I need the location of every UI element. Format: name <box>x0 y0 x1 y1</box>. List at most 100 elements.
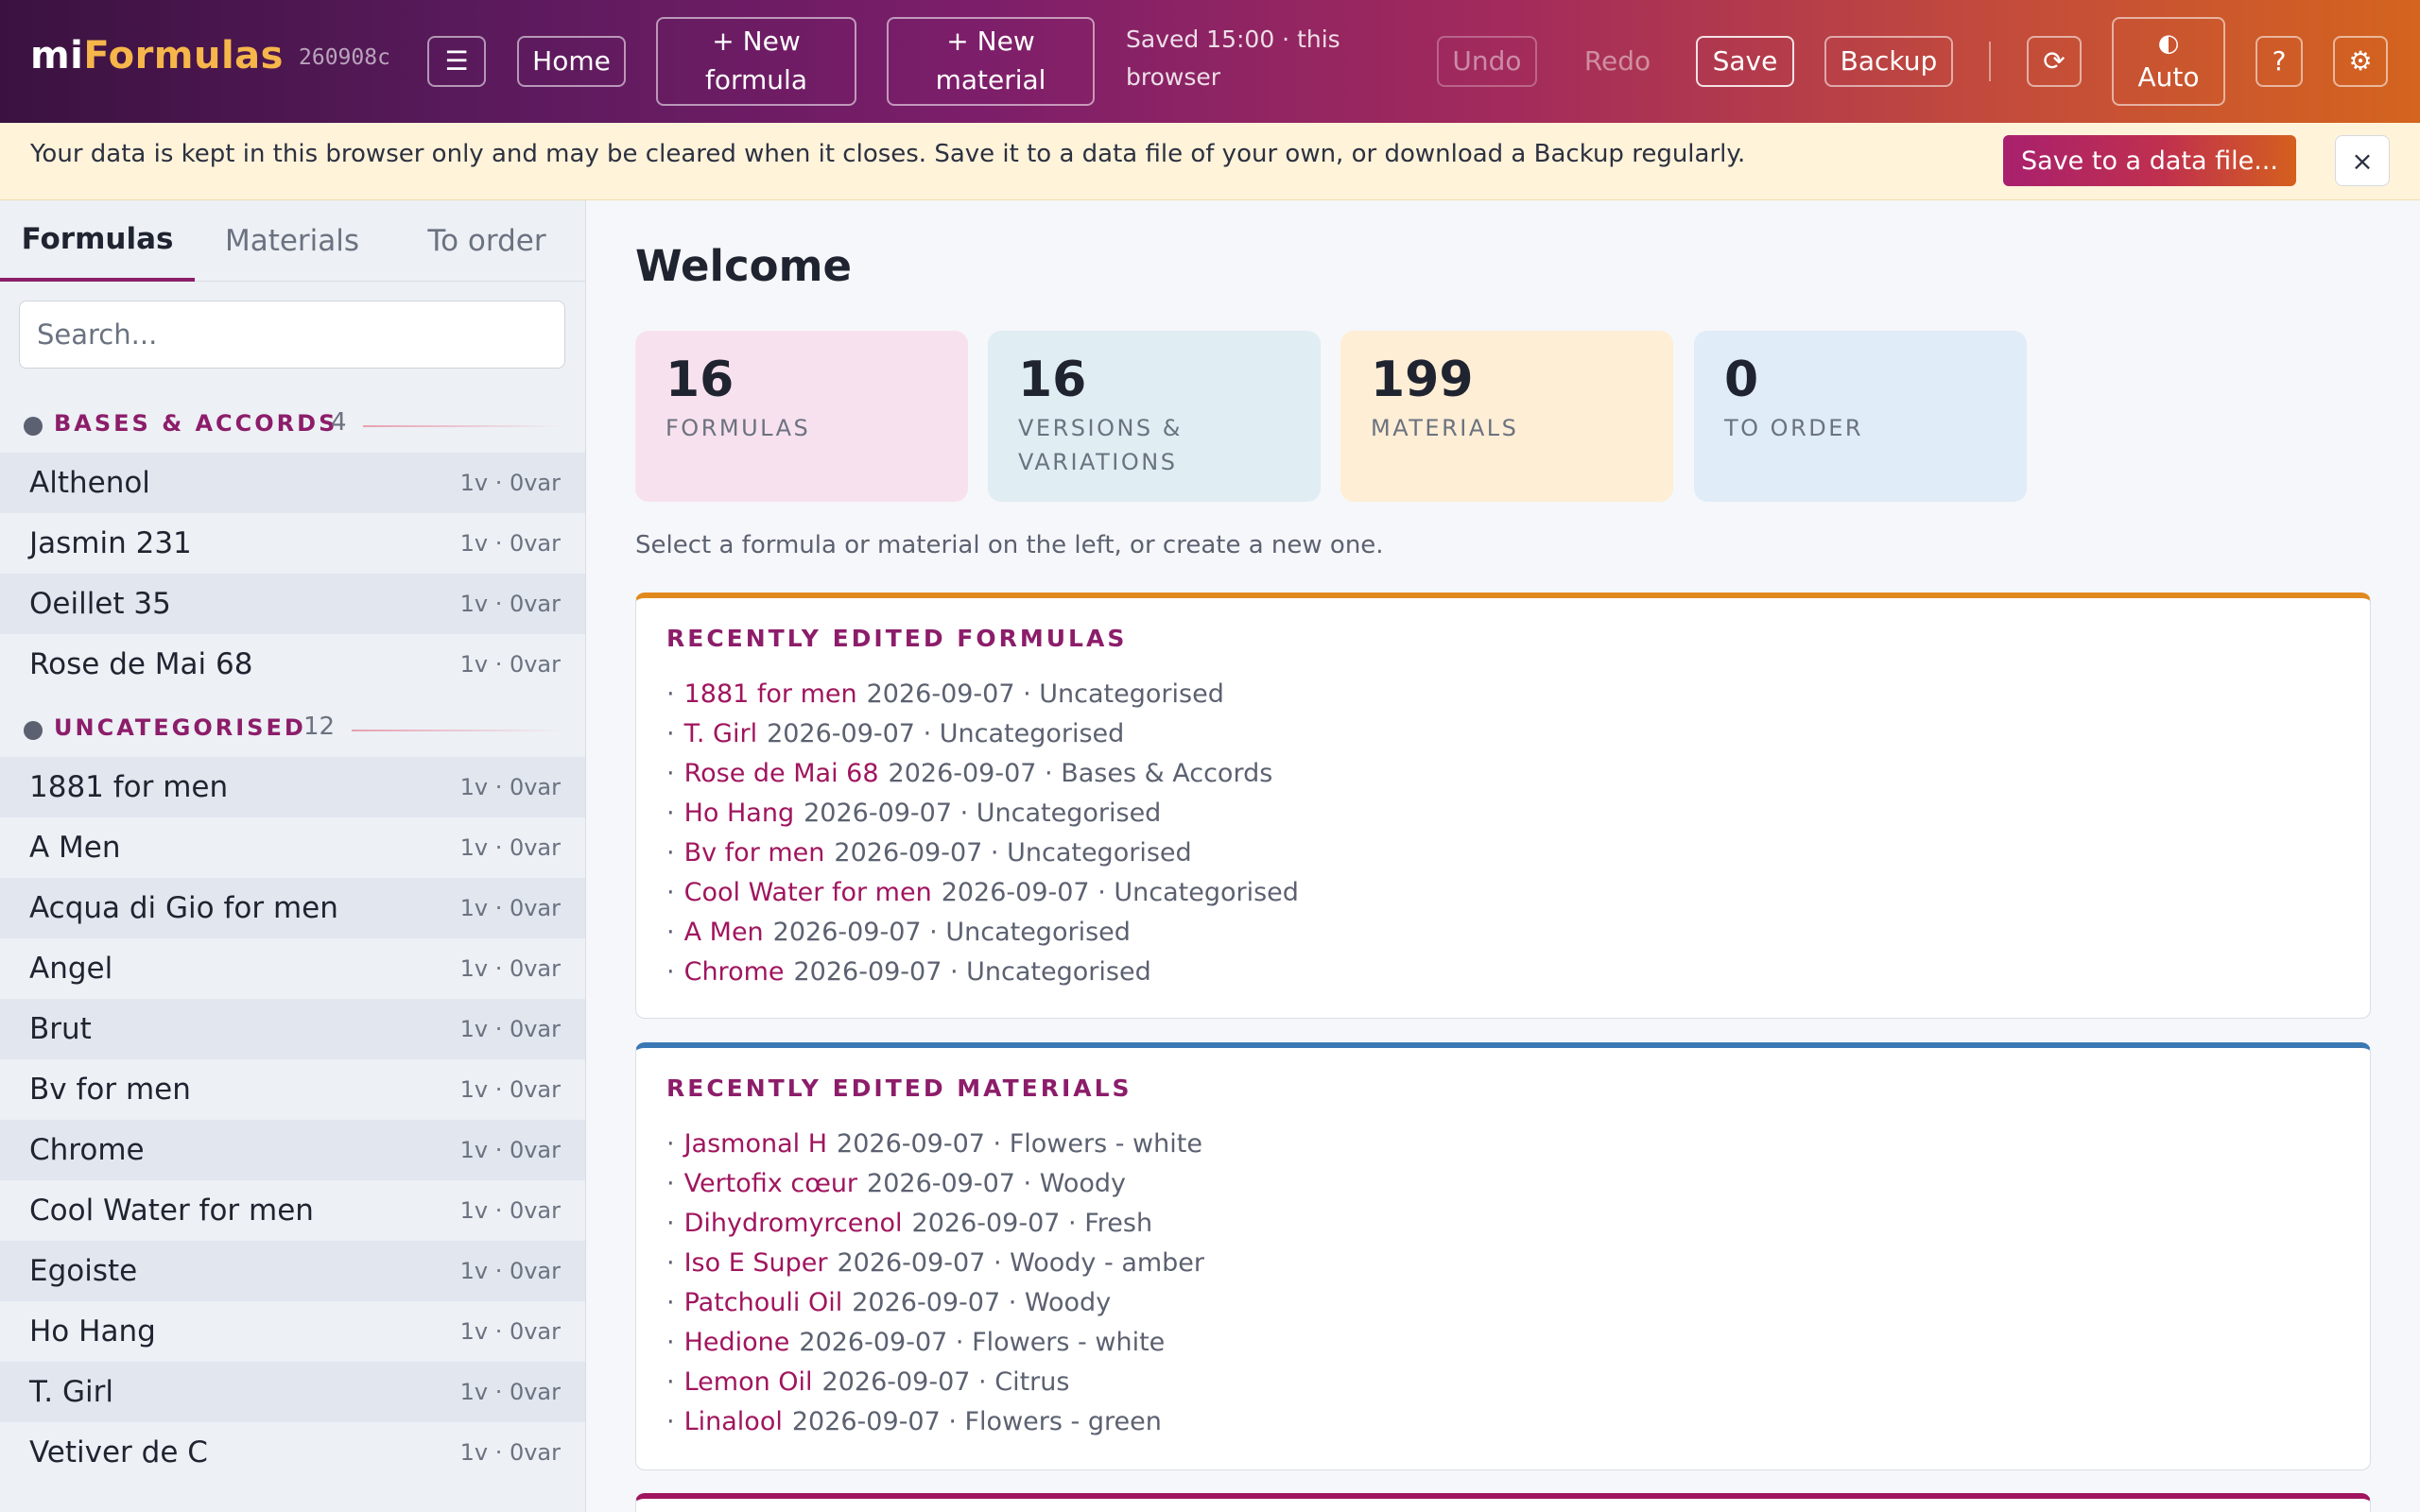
stat-label: FORMULAS <box>666 415 811 441</box>
recent-formula-item: · Cool Water for men 2026-09-07 · Uncatego… <box>666 877 1299 907</box>
save-to-file-button[interactable]: Save to a data file... <box>2003 135 2296 186</box>
group-divider <box>352 730 562 731</box>
build-id: 260908c <box>299 45 390 70</box>
save-button[interactable]: Save <box>1696 36 1794 87</box>
banner-close-button[interactable]: × <box>2335 135 2390 186</box>
group-dot-icon <box>24 721 43 740</box>
stat-label: VERSIONS & VARIATIONS <box>1018 415 1183 475</box>
recent-formula-link[interactable]: Ho Hang <box>684 799 795 828</box>
list-item[interactable]: Chrome 1v · 0var <box>0 1120 585 1180</box>
recent-material-item: · Jasmonal H 2026-09-07 · Flowers - white <box>666 1128 1202 1159</box>
item-category: Uncategorised <box>1007 837 1192 868</box>
list-item[interactable]: Vetiver de C 1v · 0var <box>0 1422 585 1483</box>
recent-material-link[interactable]: Lemon Oil <box>684 1367 813 1397</box>
recent-material-link[interactable]: Patchouli Oil <box>684 1288 843 1317</box>
help-button[interactable]: ? <box>2256 36 2303 87</box>
list-item[interactable]: Rose de Mai 68 1v · 0var <box>0 634 585 695</box>
group-header-bases-accords[interactable]: BASES & ACCORDS 4 <box>0 406 586 444</box>
tab-formulas[interactable]: Formulas <box>0 200 195 282</box>
stat-value: 16 <box>1018 352 1087 408</box>
redo-button[interactable]: Redo <box>1567 36 1668 87</box>
item-category: Flowers - white <box>1009 1128 1202 1159</box>
item-meta: 1v · 0var <box>459 1137 561 1163</box>
recent-material-item: · Hedione 2026-09-07 · Flowers - white <box>666 1327 1166 1357</box>
recent-formulas-card: RECENTLY EDITED FORMULAS · 1881 for men 20… <box>635 593 2371 1019</box>
item-category: Woody - amber <box>1010 1247 1205 1278</box>
item-category: Uncategorised <box>939 718 1125 748</box>
list-item[interactable]: Ho Hang 1v · 0var <box>0 1301 585 1362</box>
new-material-button[interactable]: + New material <box>887 17 1095 106</box>
recent-formula-link[interactable]: Chrome <box>684 957 785 987</box>
item-meta: 1v · 0var <box>459 470 561 496</box>
group-header-uncategorised[interactable]: UNCATEGORISED 12 <box>0 711 586 748</box>
recent-materials-card: RECENTLY EDITED MATERIALS · Jasmonal H 202… <box>635 1042 2371 1470</box>
undo-button[interactable]: Undo <box>1437 36 1537 87</box>
card-title: RECENTLY EDITED MATERIALS <box>666 1074 1132 1102</box>
list-item[interactable]: Jasmin 231 1v · 0var <box>0 513 585 574</box>
recent-material-link[interactable]: Hedione <box>684 1328 790 1357</box>
item-meta: 1v · 0var <box>459 955 561 982</box>
theme-toggle[interactable]: ◐ Auto <box>2112 17 2225 106</box>
recent-material-link[interactable]: Linalool <box>684 1407 783 1436</box>
recent-material-link[interactable]: Dihydromyrcenol <box>684 1209 903 1238</box>
item-date: 2026-09-07 <box>941 877 1090 907</box>
group-divider <box>363 425 562 427</box>
tab-to-order[interactable]: To order <box>389 200 584 282</box>
app-logo[interactable]: miFormulas <box>30 34 284 77</box>
tab-materials[interactable]: Materials <box>195 200 389 282</box>
list-item[interactable]: A Men 1v · 0var <box>0 817 585 878</box>
recent-material-link[interactable]: Iso E Super <box>684 1248 828 1278</box>
new-formula-button[interactable]: + New formula <box>656 17 856 106</box>
list-item[interactable]: Acqua di Gio for men 1v · 0var <box>0 878 585 938</box>
list-item[interactable]: Oeillet 35 1v · 0var <box>0 574 585 634</box>
banner-message: Your data is kept in this browser only a… <box>30 140 1746 168</box>
list-item[interactable]: Althenol 1v · 0var <box>0 453 585 513</box>
recent-material-item: · Vertofix cœur 2026-09-07 · Woody <box>666 1168 1126 1198</box>
item-name: T. Girl <box>29 1375 113 1409</box>
settings-button[interactable]: ⚙ <box>2333 36 2388 87</box>
list-item[interactable]: Bv for men 1v · 0var <box>0 1059 585 1120</box>
backup-button[interactable]: Backup <box>1824 36 1953 87</box>
item-name: Vetiver de C <box>29 1435 208 1469</box>
recent-material-item: · Dihydromyrcenol 2026-09-07 · Fresh <box>666 1208 1153 1238</box>
home-button[interactable]: Home <box>517 36 626 87</box>
refresh-button[interactable]: ⟳ <box>2027 36 2082 87</box>
recent-formula-link[interactable]: A Men <box>684 918 764 947</box>
item-date: 2026-09-07 <box>911 1208 1061 1238</box>
recent-formula-link[interactable]: Bv for men <box>684 838 825 868</box>
recent-material-link[interactable]: Vertofix cœur <box>684 1169 857 1198</box>
list-item[interactable]: Cool Water for men 1v · 0var <box>0 1180 585 1241</box>
list-item[interactable]: Angel 1v · 0var <box>0 938 585 999</box>
list-item[interactable]: Egoiste 1v · 0var <box>0 1241 585 1301</box>
item-date: 2026-09-07 <box>793 956 942 987</box>
menu-button[interactable]: ☰ <box>427 36 486 87</box>
recent-formula-link[interactable]: Rose de Mai 68 <box>684 759 879 788</box>
recent-formula-link[interactable]: 1881 for men <box>684 679 857 709</box>
recent-material-link[interactable]: Jasmonal H <box>684 1129 827 1159</box>
welcome-hint: Select a formula or material on the left… <box>635 531 1384 559</box>
item-category: Uncategorised <box>1039 679 1224 709</box>
save-status: Saved 15:00 · this browser <box>1126 26 1340 91</box>
list-item[interactable]: 1881 for men 1v · 0var <box>0 757 585 817</box>
recent-formula-link[interactable]: T. Girl <box>684 719 757 748</box>
recent-material-item: · Iso E Super 2026-09-07 · Woody - amber <box>666 1247 1205 1278</box>
list-item[interactable]: Brut 1v · 0var <box>0 999 585 1059</box>
item-meta: 1v · 0var <box>459 895 561 921</box>
item-category: Flowers - white <box>972 1327 1166 1357</box>
search-input[interactable] <box>19 301 565 369</box>
recent-formula-item: · Rose de Mai 68 2026-09-07 · Bases & Acco… <box>666 758 1273 788</box>
group-count: 12 <box>303 713 336 741</box>
refresh-icon: ⟳ <box>2043 44 2066 77</box>
item-date: 2026-09-07 <box>837 1128 985 1159</box>
recent-formula-item: · Chrome 2026-09-07 · Uncategorised <box>666 956 1151 987</box>
item-date: 2026-09-07 <box>852 1287 1001 1317</box>
item-name: A Men <box>29 831 121 865</box>
list-item[interactable]: T. Girl 1v · 0var <box>0 1362 585 1422</box>
close-icon: × <box>2351 145 2374 177</box>
theme-label: Auto <box>2137 60 2200 93</box>
recent-formula-link[interactable]: Cool Water for men <box>684 878 932 907</box>
item-name: Angel <box>29 952 113 986</box>
item-category: Woody <box>1024 1287 1112 1317</box>
item-date: 2026-09-07 <box>866 679 1015 709</box>
item-category: Bases & Accords <box>1061 758 1273 788</box>
